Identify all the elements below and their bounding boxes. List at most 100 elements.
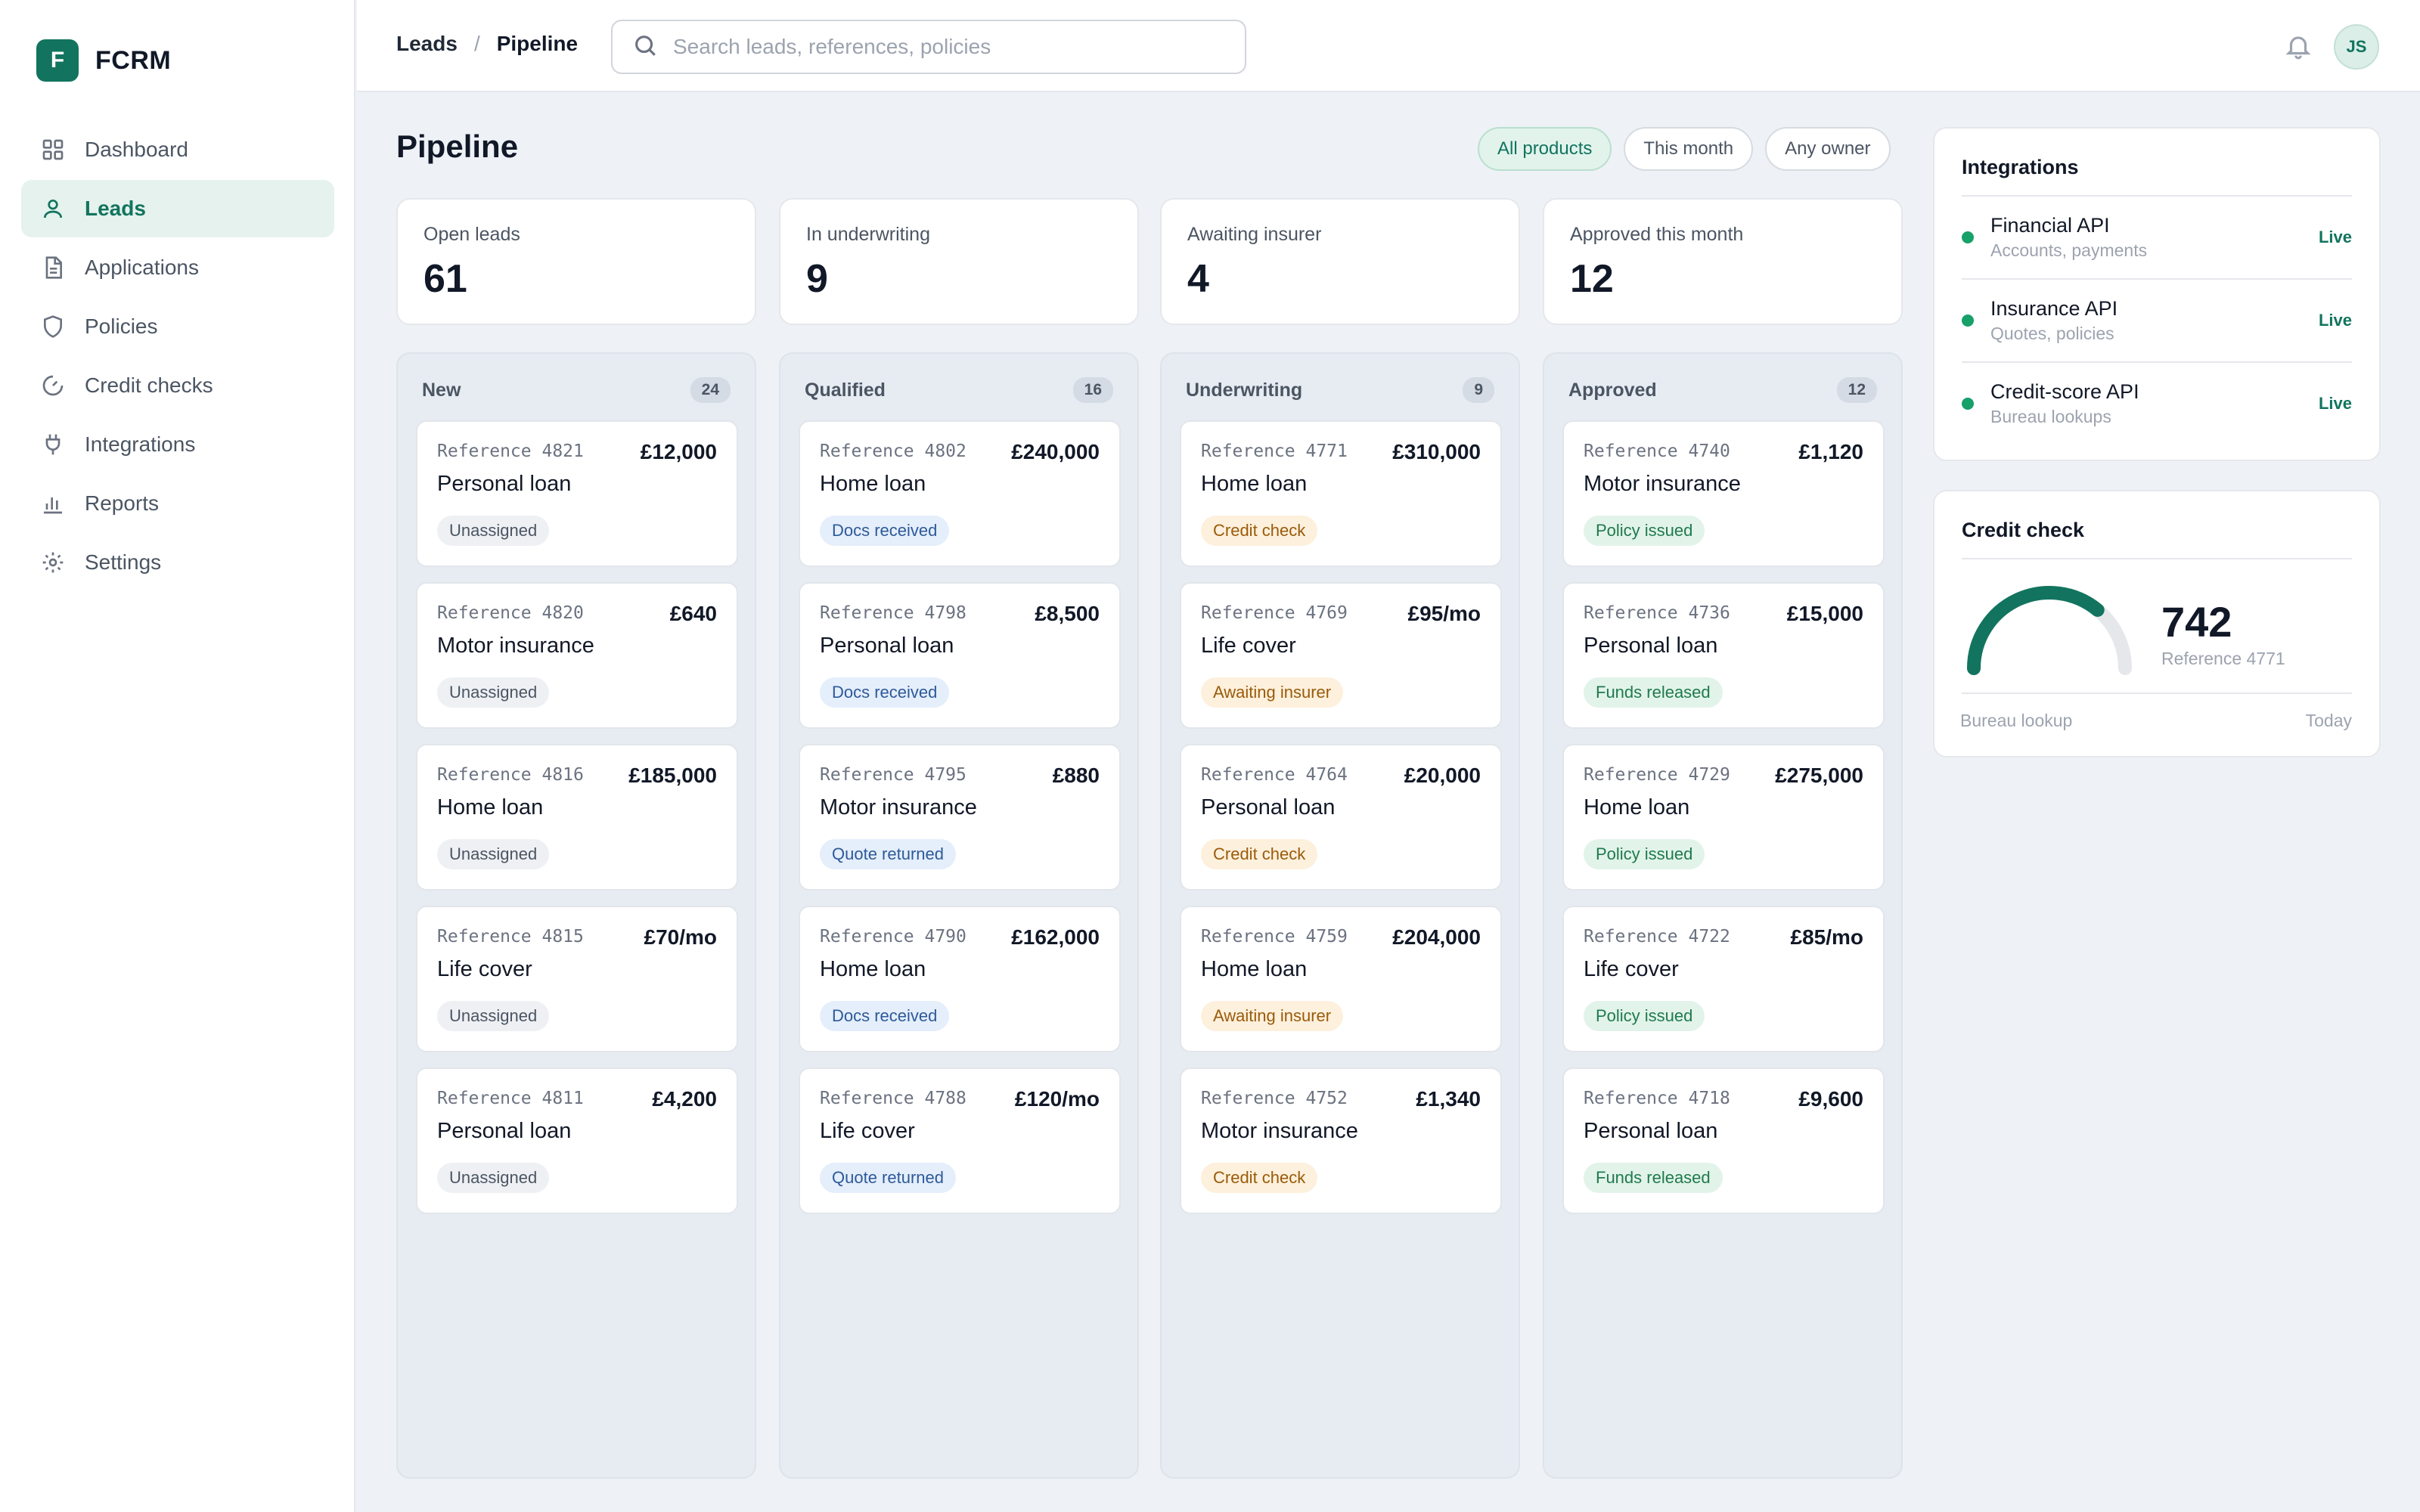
integration-name: Credit-score API: [1990, 380, 2139, 403]
column-header: New 24: [422, 376, 731, 404]
lead-product: Home loan: [1201, 472, 1308, 496]
gear-icon: [41, 550, 65, 575]
avatar[interactable]: JS: [2334, 24, 2379, 70]
integration-description: Quotes, policies: [1990, 324, 2114, 343]
plug-icon: [41, 432, 65, 457]
stat-label: Open leads: [424, 224, 520, 245]
lead-amount: £185,000: [628, 764, 717, 787]
app-root: F FCRM Dashboard Leads Applications Poli…: [0, 0, 2420, 1512]
lead-card[interactable]: Reference 4815 £70/mo Life cover Unassigned: [416, 906, 738, 1052]
status-badge: Quote returned: [820, 839, 956, 869]
user-icon: [41, 197, 65, 221]
lead-product: Home loan: [1584, 795, 1690, 820]
column-count-badge: 9: [1463, 377, 1494, 403]
column-header: Underwriting 9: [1186, 376, 1494, 404]
lead-card[interactable]: Reference 4722 £85/mo Life cover Policy iss…: [1562, 906, 1885, 1052]
lead-card[interactable]: Reference 4802 £240,000 Home loan Docs rece…: [799, 420, 1121, 567]
lead-amount: £162,000: [1011, 925, 1100, 949]
sidebar: F FCRM Dashboard Leads Applications Poli…: [0, 0, 355, 1512]
lead-card[interactable]: Reference 4816 £185,000 Home loan Unassigne…: [416, 744, 738, 891]
integration-description: Accounts, payments: [1990, 240, 2148, 260]
credit-check-source: Bureau lookup: [1960, 711, 2073, 730]
stat-value: 12: [1570, 257, 1614, 301]
lead-card[interactable]: Reference 4821 £12,000 Personal loan Unassi…: [416, 420, 738, 567]
status-badge: Unassigned: [437, 516, 550, 546]
brand[interactable]: F FCRM: [36, 39, 171, 82]
lead-product: Personal loan: [437, 1119, 572, 1143]
lead-card[interactable]: Reference 4820 £640 Motor insurance Unassig…: [416, 582, 738, 729]
sidebar-item-integrations[interactable]: Integrations: [21, 416, 334, 473]
status-badge: Policy issued: [1584, 839, 1705, 869]
lead-amount: £240,000: [1011, 440, 1100, 463]
integration-row-credit-score-api[interactable]: Credit-score API Bureau lookups Live: [1962, 363, 2352, 445]
panel-title: Integrations: [1962, 156, 2079, 178]
stat-label: Awaiting insurer: [1187, 224, 1322, 245]
lead-amount: £9,600: [1798, 1087, 1863, 1111]
lead-card[interactable]: Reference 4740 £1,120 Motor insurance Polic…: [1562, 420, 1885, 567]
status-badge: Policy issued: [1584, 516, 1705, 546]
brand-name: FCRM: [95, 45, 172, 75]
status-dot: [1962, 231, 1974, 243]
filter-this-month[interactable]: This month: [1624, 127, 1754, 171]
lead-card[interactable]: Reference 4729 £275,000 Home loan Policy is…: [1562, 744, 1885, 891]
lead-card[interactable]: Reference 4718 £9,600 Personal loan Funds r…: [1562, 1067, 1885, 1214]
stat-value: 9: [806, 257, 828, 301]
credit-score-value: 742: [2161, 598, 2232, 646]
breadcrumb-leads[interactable]: Leads: [396, 32, 458, 56]
lead-amount: £20,000: [1404, 764, 1481, 787]
topbar: Leads / Pipeline JS: [357, 0, 2420, 92]
column-header: Qualified 16: [805, 376, 1113, 404]
filter-any-owner[interactable]: Any owner: [1765, 127, 1891, 171]
integration-row-insurance-api[interactable]: Insurance API Quotes, policies Live: [1962, 280, 2352, 361]
sidebar-item-applications[interactable]: Applications: [21, 239, 334, 296]
lead-card[interactable]: Reference 4790 £162,000 Home loan Docs rece…: [799, 906, 1121, 1052]
lead-product: Motor insurance: [437, 634, 594, 658]
lead-card[interactable]: Reference 4798 £8,500 Personal loan Docs re…: [799, 582, 1121, 729]
sidebar-item-credit-checks[interactable]: Credit checks: [21, 357, 334, 414]
status-badge: Funds released: [1584, 677, 1723, 708]
filter-all-products[interactable]: All products: [1478, 127, 1612, 171]
lead-card[interactable]: Reference 4771 £310,000 Home loan Credit ch…: [1180, 420, 1502, 567]
lead-card[interactable]: Reference 4759 £204,000 Home loan Awaiting …: [1180, 906, 1502, 1052]
lead-product: Home loan: [820, 957, 926, 981]
lead-card[interactable]: Reference 4764 £20,000 Personal loan Credit…: [1180, 744, 1502, 891]
lead-amount: £8,500: [1035, 602, 1100, 625]
sidebar-item-label: Leads: [85, 197, 146, 220]
sidebar-item-policies[interactable]: Policies: [21, 298, 334, 355]
sidebar-item-reports[interactable]: Reports: [21, 475, 334, 532]
search-box[interactable]: [611, 20, 1246, 74]
sidebar-item-leads[interactable]: Leads: [21, 180, 334, 237]
sidebar-item-label: Dashboard: [85, 138, 188, 161]
lead-card[interactable]: Reference 4788 £120/mo Life cover Quote ret…: [799, 1067, 1121, 1214]
status-dot: [1962, 314, 1974, 327]
lead-card[interactable]: Reference 4795 £880 Motor insurance Quote r…: [799, 744, 1121, 891]
gauge-fill: [1967, 586, 2105, 675]
status-badge: Unassigned: [437, 839, 550, 869]
search-input[interactable]: [673, 35, 1233, 59]
stat-card-in-underwriting: In underwriting 9: [779, 198, 1139, 325]
lead-card[interactable]: Reference 4811 £4,200 Personal loan Unassig…: [416, 1067, 738, 1214]
status-badge: Unassigned: [437, 1163, 550, 1193]
lead-product: Motor insurance: [820, 795, 977, 820]
lead-amount: £640: [669, 602, 717, 625]
lead-card[interactable]: Reference 4769 £95/mo Life cover Awaiting i…: [1180, 582, 1502, 729]
integration-name: Financial API: [1990, 214, 2110, 237]
sidebar-item-label: Reports: [85, 491, 160, 515]
integration-row-financial-api[interactable]: Financial API Accounts, payments Live: [1962, 197, 2352, 278]
brand-logo: F: [36, 39, 79, 82]
lead-amount: £15,000: [1786, 602, 1863, 625]
sidebar-item-dashboard[interactable]: Dashboard: [21, 121, 334, 178]
shield-icon: [41, 314, 65, 339]
lead-card[interactable]: Reference 4752 £1,340 Motor insurance Credi…: [1180, 1067, 1502, 1214]
sidebar-item-settings[interactable]: Settings: [21, 534, 334, 591]
lead-product: Life cover: [437, 957, 532, 981]
bell-icon[interactable]: [2284, 32, 2313, 60]
integration-status: Live: [2318, 228, 2352, 246]
stat-label: In underwriting: [806, 224, 930, 245]
lead-amount: £95/mo: [1407, 602, 1481, 625]
lead-product: Home loan: [1201, 957, 1308, 981]
status-badge: Awaiting insurer: [1201, 1001, 1344, 1031]
lead-card[interactable]: Reference 4736 £15,000 Personal loan Funds …: [1562, 582, 1885, 729]
status-badge: Credit check: [1201, 1163, 1318, 1193]
lead-product: Personal loan: [820, 634, 954, 658]
